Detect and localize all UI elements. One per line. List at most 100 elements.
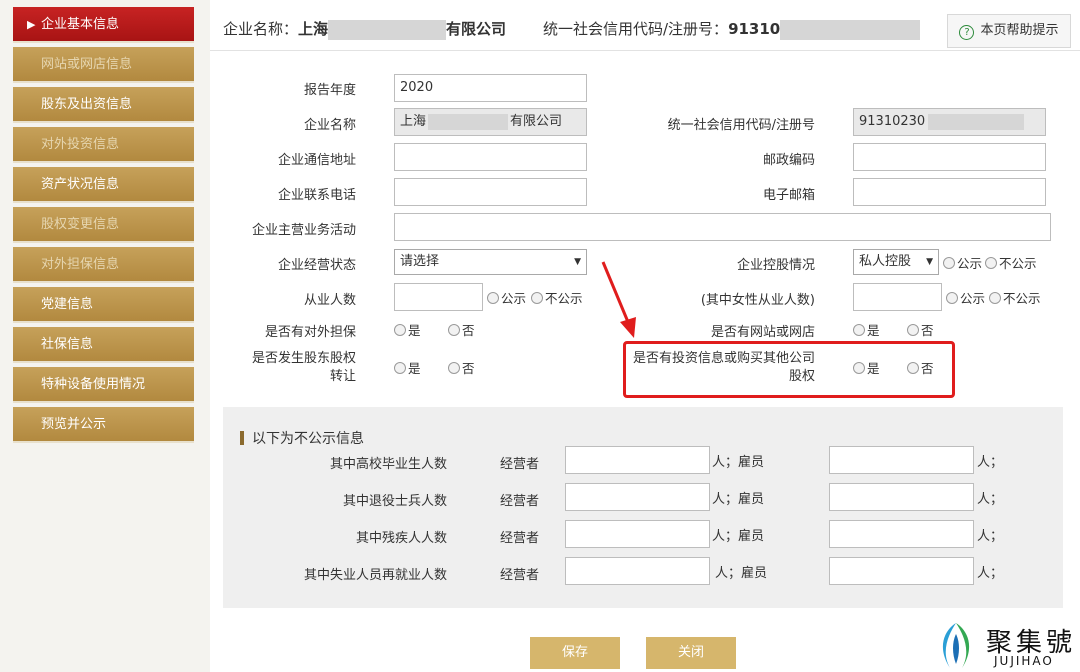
female-label: (其中女性从业人数) — [700, 293, 815, 308]
watermark-logo: 聚集號 JUJIHAO — [930, 618, 1080, 672]
sidebar-item-social-security[interactable]: 社保信息 — [13, 327, 194, 363]
redaction-mask — [780, 19, 921, 40]
email-field[interactable] — [853, 178, 1046, 206]
sidebar-item-guarantee[interactable]: 对外担保信息 — [13, 247, 194, 283]
operator-label: 经营者 — [500, 568, 540, 583]
guarantee-no-radio[interactable]: 否 — [448, 320, 475, 339]
save-button[interactable]: 保存 — [530, 637, 620, 669]
sidebar-item-special-equipment[interactable]: 特种设备使用情况 — [13, 367, 194, 403]
credit-code-field: 91310230 — [853, 108, 1046, 136]
business-field[interactable] — [394, 213, 1051, 241]
sidebar-item-label: 特种设备使用情况 — [41, 377, 146, 392]
disabled-label: 其中残疾人人数 — [355, 531, 447, 546]
grad-employee-field[interactable] — [829, 446, 974, 474]
sidebar-item-label: 股权变更信息 — [41, 217, 120, 232]
employees-public-radio[interactable]: 公示 — [487, 288, 526, 307]
unit-label: 人； — [977, 455, 1004, 470]
unit-label: 人； — [977, 492, 1004, 507]
business-label: 企业主营业务活动 — [251, 223, 356, 238]
company-name-header: 企业名称：上海 有限公司 — [223, 19, 507, 40]
veteran-employee-field[interactable] — [829, 483, 974, 511]
female-public-radio[interactable]: 公示 — [946, 288, 985, 307]
employee-unit-label: 人；雇员 — [712, 529, 765, 544]
operator-label: 经营者 — [500, 494, 540, 509]
unit-label: 人； — [977, 529, 1004, 544]
main-panel: 企业名称：上海 有限公司 统一社会信用代码/注册号：91310 ? 本页帮助提示 报… — [210, 0, 1080, 672]
caret-right-icon: ▶ — [27, 18, 36, 31]
dropdown-arrow-icon: ▼ — [574, 257, 581, 267]
company-name-field: 上海 有限公司 — [394, 108, 587, 136]
unit-label: 人； — [977, 566, 1004, 581]
holding-nonpublic-radio[interactable]: 不公示 — [985, 253, 1037, 272]
sidebar-item-equity-change[interactable]: 股权变更信息 — [13, 207, 194, 243]
sidebar: ▶ 企业基本信息 网站或网店信息 股东及出资信息 对外投资信息 资产状况信息 股… — [0, 0, 210, 672]
watermark-subtext: JUJIHAO — [994, 654, 1054, 668]
sidebar-item-label: 对外投资信息 — [41, 137, 120, 152]
employees-field[interactable] — [394, 283, 483, 311]
website-label: 是否有网站或网店 — [710, 325, 815, 340]
status-select[interactable]: 请选择 ▼ — [394, 249, 587, 275]
disabled-operator-field[interactable] — [565, 520, 710, 548]
holding-label: 企业控股情况 — [736, 258, 815, 273]
equity-transfer-no-radio[interactable]: 否 — [448, 358, 475, 377]
phone-field[interactable] — [394, 178, 587, 206]
highlight-box — [623, 341, 955, 398]
sidebar-item-website[interactable]: 网站或网店信息 — [13, 47, 194, 83]
employee-unit-label: 人；雇员 — [715, 566, 768, 581]
postcode-label: 邮政编码 — [762, 153, 815, 168]
sidebar-item-assets[interactable]: 资产状况信息 — [13, 167, 194, 203]
sidebar-item-preview[interactable]: 预览并公示 — [13, 407, 194, 443]
employees-label: 从业人数 — [303, 293, 356, 308]
phone-label: 企业联系电话 — [277, 188, 356, 203]
sidebar-item-label: 网站或网店信息 — [41, 57, 133, 72]
guarantee-yes-radio[interactable]: 是 — [394, 320, 421, 339]
report-year-label: 报告年度 — [303, 83, 356, 98]
sidebar-item-party[interactable]: 党建信息 — [13, 287, 194, 323]
address-label: 企业通信地址 — [277, 153, 356, 168]
dropdown-arrow-icon: ▼ — [926, 257, 933, 267]
sidebar-item-label: 预览并公示 — [41, 417, 107, 432]
report-year-field[interactable]: 2020 — [394, 74, 587, 102]
sidebar-item-investment[interactable]: 对外投资信息 — [13, 127, 194, 163]
disabled-employee-field[interactable] — [829, 520, 974, 548]
holding-public-radio[interactable]: 公示 — [943, 253, 982, 272]
email-label: 电子邮箱 — [762, 188, 815, 203]
employee-unit-label: 人；雇员 — [712, 492, 765, 507]
sidebar-item-label: 社保信息 — [41, 337, 94, 352]
guarantee-label: 是否有对外担保 — [264, 325, 356, 340]
postcode-field[interactable] — [853, 143, 1046, 171]
reemployed-operator-field[interactable] — [565, 557, 710, 585]
company-name-label: 企业名称 — [303, 118, 356, 133]
equity-transfer-yes-radio[interactable]: 是 — [394, 358, 421, 377]
close-button[interactable]: 关闭 — [646, 637, 736, 669]
status-label: 企业经营状态 — [277, 258, 356, 273]
address-field[interactable] — [394, 143, 587, 171]
non-public-title: 以下为不公示信息 — [240, 428, 364, 448]
help-button[interactable]: ? 本页帮助提示 — [947, 14, 1071, 48]
operator-label: 经营者 — [500, 457, 540, 472]
grad-operator-field[interactable] — [565, 446, 710, 474]
grad-label: 其中高校毕业生人数 — [329, 457, 447, 472]
reemployed-employee-field[interactable] — [829, 557, 974, 585]
employees-nonpublic-radio[interactable]: 不公示 — [531, 288, 583, 307]
redaction-mask — [328, 19, 447, 40]
equity-transfer-label: 是否发生股东股权 转让 — [251, 351, 356, 384]
holding-select[interactable]: 私人控股 ▼ — [853, 249, 939, 275]
sidebar-item-basic-info[interactable]: ▶ 企业基本信息 — [13, 7, 194, 43]
website-no-radio[interactable]: 否 — [907, 320, 934, 339]
female-nonpublic-radio[interactable]: 不公示 — [989, 288, 1041, 307]
sidebar-item-label: 企业基本信息 — [41, 17, 120, 32]
sidebar-item-label: 对外担保信息 — [41, 257, 120, 272]
sidebar-item-label: 党建信息 — [41, 297, 94, 312]
redaction-mask — [428, 113, 509, 130]
operator-label: 经营者 — [500, 531, 540, 546]
female-field[interactable] — [853, 283, 942, 311]
employee-unit-label: 人；雇员 — [712, 455, 765, 470]
question-icon: ? — [959, 25, 975, 40]
sidebar-item-shareholders[interactable]: 股东及出资信息 — [13, 87, 194, 123]
header-bar: 企业名称：上海 有限公司 统一社会信用代码/注册号：91310 ? 本页帮助提示 — [210, 0, 1080, 51]
credit-code-label: 统一社会信用代码/注册号 — [667, 118, 815, 133]
veteran-operator-field[interactable] — [565, 483, 710, 511]
website-yes-radio[interactable]: 是 — [853, 320, 880, 339]
section-bar-icon — [240, 431, 244, 445]
